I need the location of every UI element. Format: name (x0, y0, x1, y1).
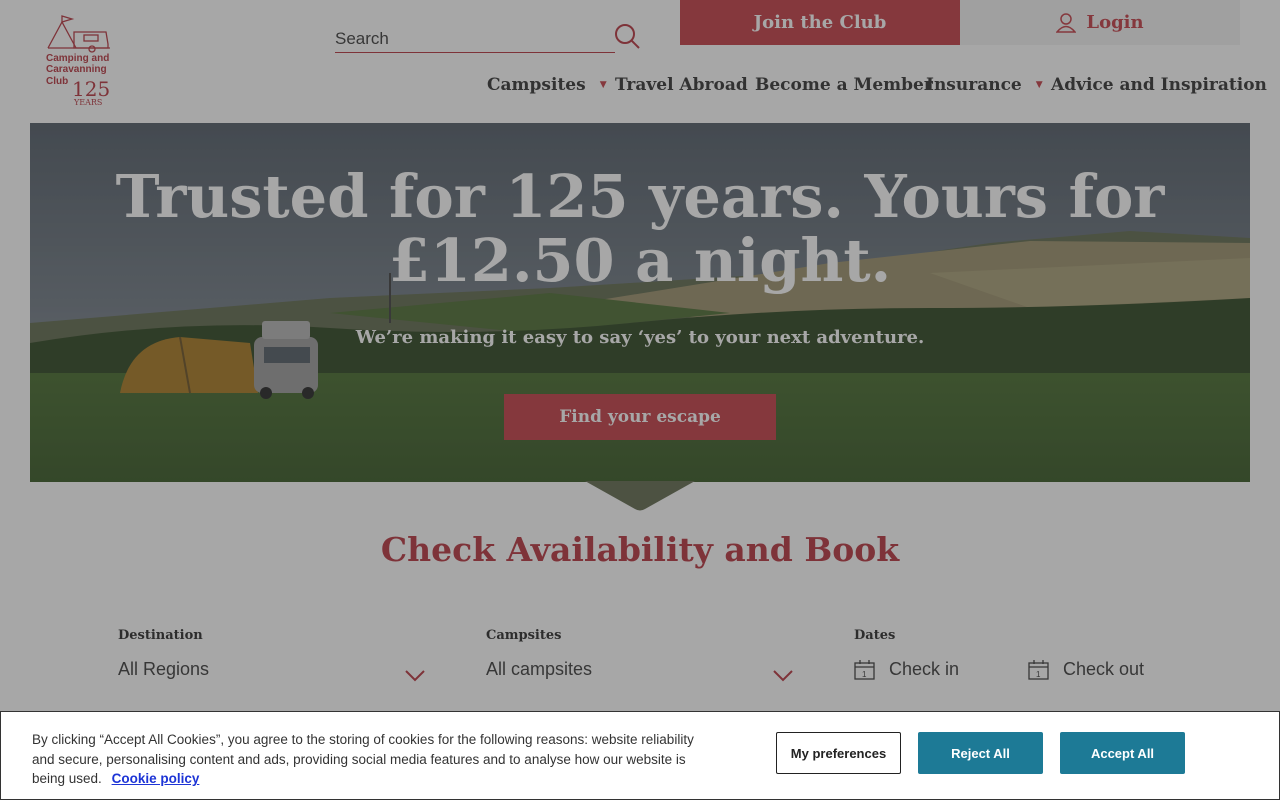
preferences-label: My preferences (790, 745, 887, 761)
my-preferences-button[interactable]: My preferences (776, 732, 901, 774)
reject-all-button[interactable]: Reject All (918, 732, 1043, 774)
cookie-text-block: By clicking “Accept All Cookies”, you ag… (32, 730, 712, 789)
accept-all-button[interactable]: Accept All (1060, 732, 1185, 774)
cookie-policy-link[interactable]: Cookie policy (112, 771, 200, 786)
accept-label: Accept All (1090, 745, 1155, 761)
cookie-backdrop (0, 0, 1280, 800)
reject-label: Reject All (951, 745, 1010, 761)
cookie-banner: By clicking “Accept All Cookies”, you ag… (0, 711, 1280, 800)
